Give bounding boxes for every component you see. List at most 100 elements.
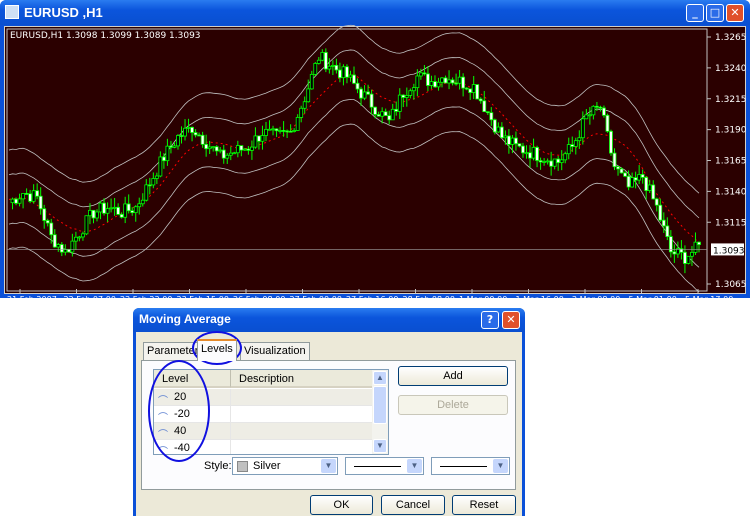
candle-body <box>84 215 89 235</box>
reset-button[interactable]: Reset <box>452 495 516 515</box>
vertical-scrollbar[interactable]: ▲ ▼ <box>372 370 388 454</box>
dialog-title-bar[interactable]: Moving Average ? ✕ <box>133 308 525 332</box>
close-button[interactable]: ✕ <box>726 4 744 22</box>
candle-body <box>661 219 666 227</box>
column-header-description[interactable]: Description <box>230 370 373 388</box>
candle-body <box>281 130 286 132</box>
x-tick-label: 1 Mar 00:00 <box>459 295 507 304</box>
candle-body <box>545 160 550 163</box>
candle-body <box>288 130 293 133</box>
y-tick-label: 1.3240 <box>715 64 747 74</box>
candle-body <box>38 195 43 210</box>
candle-body <box>443 77 448 84</box>
candle-body <box>584 114 589 120</box>
candle-body <box>461 76 466 89</box>
candle-body <box>665 225 670 237</box>
x-tick-label: 5 Mar 01:00 <box>629 295 677 304</box>
candle-body <box>362 91 367 99</box>
candle-body <box>422 72 427 75</box>
chevron-down-icon[interactable]: ▼ <box>493 459 508 473</box>
candle-body <box>278 130 282 132</box>
candle-body <box>338 69 342 79</box>
line-width-select[interactable]: ▼ <box>431 457 510 475</box>
candle-body <box>552 158 557 167</box>
chevron-down-icon[interactable]: ▼ <box>407 459 422 473</box>
candle-body <box>73 236 78 242</box>
plot-border <box>6 28 708 292</box>
candle-body <box>457 76 462 84</box>
candle-body <box>323 52 328 70</box>
candle-body <box>228 152 233 156</box>
tab-levels[interactable]: Levels <box>197 339 237 361</box>
candle-body <box>133 206 138 214</box>
candle-body <box>366 91 370 95</box>
candle-body <box>426 73 430 86</box>
candle-body <box>647 184 652 191</box>
candle-body <box>165 145 170 162</box>
color-value: Silver <box>253 460 281 472</box>
candle-body <box>387 115 392 121</box>
candle-body <box>211 146 216 149</box>
candle-body <box>88 209 92 217</box>
y-tick-label: 1.3165 <box>715 157 747 167</box>
candle-body <box>49 222 54 236</box>
candle-body <box>232 152 237 155</box>
candle-body <box>221 149 226 159</box>
candle-body <box>595 105 599 108</box>
candle-body <box>253 135 258 148</box>
y-tick-label: 1.3115 <box>715 218 747 228</box>
chevron-down-icon[interactable]: ▼ <box>321 459 336 473</box>
candle-body <box>302 101 307 109</box>
tab-visualization[interactable]: Visualization <box>240 342 310 360</box>
candle-body <box>418 72 423 77</box>
candle-body <box>264 128 268 136</box>
candle-body <box>468 88 473 93</box>
help-button[interactable]: ? <box>481 311 499 329</box>
candle-body <box>672 251 677 255</box>
x-tick-label: 27 Feb 00:00 <box>290 295 342 304</box>
candle-body <box>21 193 25 200</box>
candle-body <box>348 74 353 78</box>
candle-body <box>137 203 142 208</box>
candle-body <box>464 87 469 90</box>
chart-frame: 1.3265 1.3240 1.3215 1.3190 1.3165 1.3140 1.31… <box>4 24 747 304</box>
cancel-button[interactable]: Cancel <box>381 495 445 515</box>
delete-button[interactable]: Delete <box>398 395 508 415</box>
x-tick-label: 23 Feb 15:00 <box>177 295 229 304</box>
candle-body <box>309 73 314 90</box>
candle-body <box>144 184 149 201</box>
candle-body <box>313 63 318 75</box>
candle-body <box>485 111 490 114</box>
candle-body <box>658 204 663 221</box>
title-bar[interactable]: EURUSD ,H1 _ □ ✕ <box>0 0 750 25</box>
candle-body <box>341 66 346 79</box>
candle-body <box>35 190 40 197</box>
color-select[interactable]: Silver ▼ <box>232 457 338 475</box>
line-style-select[interactable]: ▼ <box>345 457 424 475</box>
candle-body <box>531 147 536 159</box>
candle-body <box>140 199 145 205</box>
candle-body <box>359 88 363 99</box>
candle-body <box>197 134 202 137</box>
candle-body <box>45 220 50 224</box>
scroll-up-icon[interactable]: ▲ <box>373 371 387 385</box>
candle-body <box>482 100 487 113</box>
add-button[interactable]: Add <box>398 366 508 386</box>
column-divider <box>230 440 231 454</box>
dialog-close-button[interactable]: ✕ <box>502 311 520 329</box>
candle-body <box>506 135 511 145</box>
scroll-down-icon[interactable]: ▼ <box>373 439 387 453</box>
x-tick-label: 27 Feb 16:00 <box>346 295 398 304</box>
y-tick-label: 1.3190 <box>715 126 747 136</box>
y-tick-label: 1.3065 <box>715 280 747 290</box>
maximize-button[interactable]: □ <box>706 4 724 22</box>
scroll-thumb[interactable] <box>373 386 387 424</box>
candle-body <box>306 88 311 103</box>
candle-body <box>112 206 117 209</box>
price-chart[interactable]: 1.3265 1.3240 1.3215 1.3190 1.3165 1.3140 1.31… <box>5 24 747 304</box>
candle-body <box>285 130 290 133</box>
minimize-button[interactable]: _ <box>686 4 704 22</box>
candle-body <box>570 144 575 147</box>
candle-body <box>538 160 543 163</box>
ok-button[interactable]: OK <box>310 495 373 515</box>
